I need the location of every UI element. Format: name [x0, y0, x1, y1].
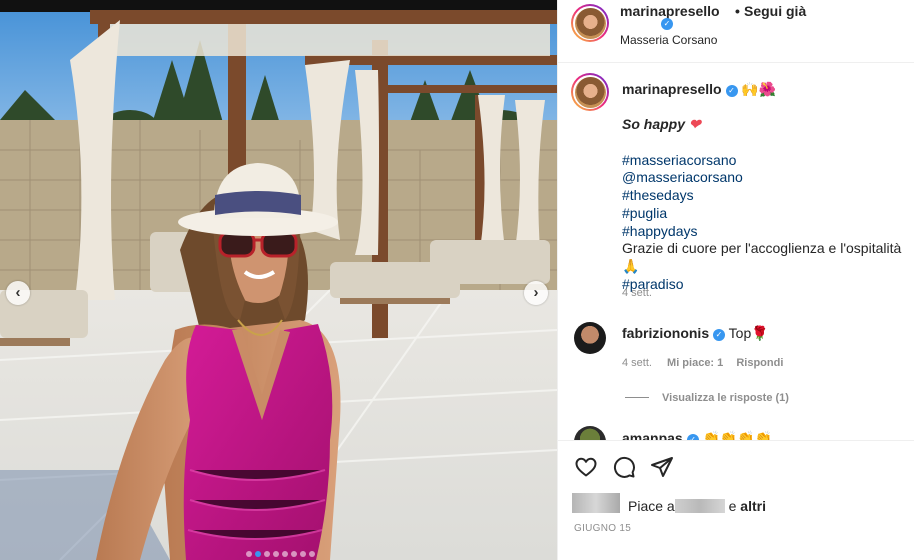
caption-lines: #masseriacorsano @masseriacorsano #theseda… [622, 152, 912, 294]
carousel-dot [300, 551, 306, 557]
comment-text: Top [728, 325, 752, 341]
carousel-prev-button[interactable]: ‹ [6, 281, 30, 305]
caption-emoji: 🙌🌺 [741, 81, 777, 97]
next-comment-body: amanpas ✓ 👏👏👏👏 [622, 430, 772, 440]
caption-author-avatar[interactable] [571, 73, 609, 111]
photo-image [0, 0, 557, 560]
caption-hashtag[interactable]: #thesedays [622, 187, 912, 205]
next-comment-author[interactable]: amanpas [622, 430, 683, 440]
post-actions: Piace a e altri GIUGNO 15 [558, 440, 914, 560]
caption-hashtag[interactable]: #puglia [622, 205, 912, 223]
caption-hashtag[interactable]: #paradiso [622, 276, 912, 294]
verified-icon: ✓ [661, 18, 673, 30]
commenter-avatar[interactable] [574, 322, 606, 354]
heart-icon[interactable] [574, 455, 598, 479]
post-location[interactable]: Masseria Corsano [620, 33, 717, 47]
carousel-dot [282, 551, 288, 557]
caption-hashtag[interactable]: #masseriacorsano [622, 152, 912, 170]
likes-summary[interactable]: Piace a e altri [628, 498, 766, 514]
replies-divider [625, 397, 649, 398]
next-comment-emoji: 👏👏👏👏 [702, 430, 773, 440]
caption-hashtag[interactable]: @masseriacorsano [622, 169, 912, 187]
comment-meta: 4 sett. Mi piace: 1 Rispondi [622, 357, 783, 369]
carousel-dots [246, 551, 315, 557]
author-username[interactable]: marinapresello [620, 3, 720, 19]
liker-name-redacted [674, 499, 725, 513]
comment-likes[interactable]: Mi piace: 1 [667, 357, 723, 369]
caption-hashtag[interactable]: #happydays [622, 223, 912, 241]
post-header: marinapresello • Segui già ✓ Masseria Co… [558, 0, 914, 63]
author-avatar[interactable] [571, 4, 609, 42]
separator-dot: • [735, 3, 740, 19]
comment-reply-button[interactable]: Rispondi [736, 357, 783, 369]
comment-body: fabriziononis ✓ Top🌹 [622, 325, 769, 342]
carousel-dot [255, 551, 261, 557]
verified-icon: ✓ [725, 85, 738, 97]
comment-author[interactable]: fabriziononis [622, 325, 709, 341]
carousel-dot [273, 551, 279, 557]
comment-emoji: 🌹 [751, 325, 769, 341]
caption-time[interactable]: 4 sett. [622, 287, 652, 299]
carousel-dot [309, 551, 315, 557]
carousel-dot [291, 551, 297, 557]
verified-icon: ✓ [713, 329, 726, 341]
carousel-dot [246, 551, 252, 557]
carousel-next-button[interactable]: › [524, 281, 548, 305]
post-date[interactable]: GIUGNO 15 [574, 523, 631, 534]
caption-header: marinapresello ✓ 🙌🌺 [622, 81, 776, 98]
caption-title: So happy ❤ [622, 116, 701, 132]
post-photo[interactable]: ‹ › [0, 0, 557, 560]
share-icon[interactable] [650, 455, 674, 479]
caption-text: So happy ❤ #masseriacorsano @masseriacors… [622, 116, 912, 293]
view-replies-button[interactable]: Visualizza le risposte (1) [662, 392, 789, 404]
liker-avatars[interactable] [572, 493, 620, 513]
comment-icon[interactable] [612, 455, 636, 479]
follow-button[interactable]: Segui già [744, 3, 806, 19]
carousel-dot [264, 551, 270, 557]
caption-author-username[interactable]: marinapresello [622, 81, 722, 97]
caption-line: Grazie di cuore per l'accoglienza e l'os… [622, 240, 902, 274]
comment-time[interactable]: 4 sett. [622, 357, 652, 369]
post-side-panel: marinapresello • Segui già ✓ Masseria Co… [557, 0, 914, 560]
